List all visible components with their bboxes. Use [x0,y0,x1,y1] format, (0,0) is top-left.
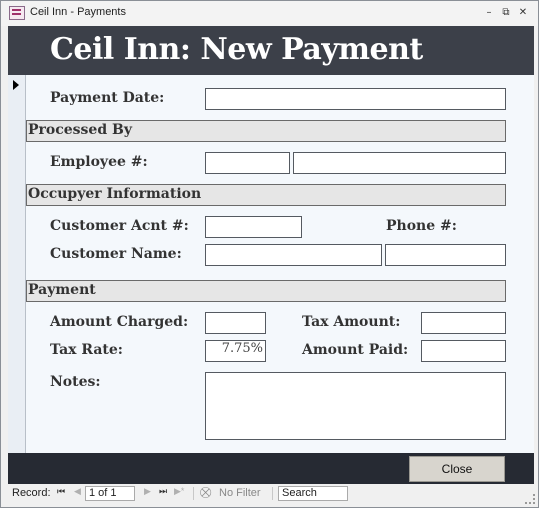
notes-label: Notes: [50,374,101,390]
form-footer: Close [8,453,534,484]
payment-date-field[interactable] [205,88,506,110]
payment-date-label: Payment Date: [50,90,165,106]
employee-label: Employee #: [50,154,148,170]
restore-icon[interactable]: ⧉ [500,7,512,18]
first-record-icon[interactable]: ⏮ [57,486,65,497]
record-navigation-bar: Record: ⏮ ◀ 1 of 1 ▶ ⏭ ▶* ⛒ No Filter Se… [8,484,534,504]
new-record-icon[interactable]: ▶* [174,486,184,497]
minimize-icon[interactable]: – [483,7,495,18]
record-selector[interactable] [8,75,26,453]
payment-section: Payment [26,280,506,302]
amount-paid-label: Amount Paid: [302,342,409,358]
tax-rate-value: 7.75% [221,341,263,356]
customer-last-name-field[interactable] [385,244,506,266]
form-title: Ceil Inn: New Payment [50,32,423,67]
customer-acnt-field[interactable] [205,216,302,238]
close-icon[interactable]: ✕ [517,7,529,18]
tax-amount-field[interactable] [421,312,506,334]
amount-charged-field[interactable] [205,312,266,334]
customer-first-name-field[interactable] [205,244,382,266]
current-record-arrow-icon [13,80,19,90]
no-filter-icon[interactable]: ⛒ [200,487,211,500]
payments-window: Ceil Inn - Payments – ⧉ ✕ Ceil Inn: New … [0,0,539,508]
close-button[interactable]: Close [409,456,505,482]
navbar-separator [193,487,194,500]
current-record-input[interactable]: 1 of 1 [85,486,135,501]
tax-rate-label: Tax Rate: [50,342,123,358]
search-input[interactable]: Search [278,486,348,501]
title-bar: Ceil Inn - Payments – ⧉ ✕ [1,1,538,26]
customer-name-label: Customer Name: [50,246,182,262]
employee-number-field[interactable] [205,152,290,174]
payment-heading: Payment [28,282,96,298]
no-filter-button[interactable]: No Filter [219,487,261,499]
record-label: Record: [12,487,51,499]
amount-charged-label: Amount Charged: [50,314,189,330]
last-record-icon[interactable]: ⏭ [159,486,167,497]
notes-field[interactable] [205,372,506,440]
occupyer-heading: Occupyer Information [28,186,202,202]
processed-by-section: Processed By [26,120,506,142]
previous-record-icon[interactable]: ◀ [74,486,81,497]
form-icon [9,6,25,20]
resize-grip-icon[interactable] [525,494,535,504]
employee-name-field[interactable] [293,152,506,174]
form-header: Ceil Inn: New Payment [8,26,534,75]
navbar-separator [272,487,273,500]
occupyer-section: Occupyer Information [26,184,506,206]
phone-label: Phone #: [386,218,457,234]
next-record-icon[interactable]: ▶ [144,486,151,497]
window-title: Ceil Inn - Payments [30,6,126,18]
processed-by-heading: Processed By [28,122,132,138]
amount-paid-field[interactable] [421,340,506,362]
tax-rate-field[interactable]: 7.75% [205,340,266,362]
customer-acnt-label: Customer Acnt #: [50,218,189,234]
tax-amount-label: Tax Amount: [302,314,401,330]
